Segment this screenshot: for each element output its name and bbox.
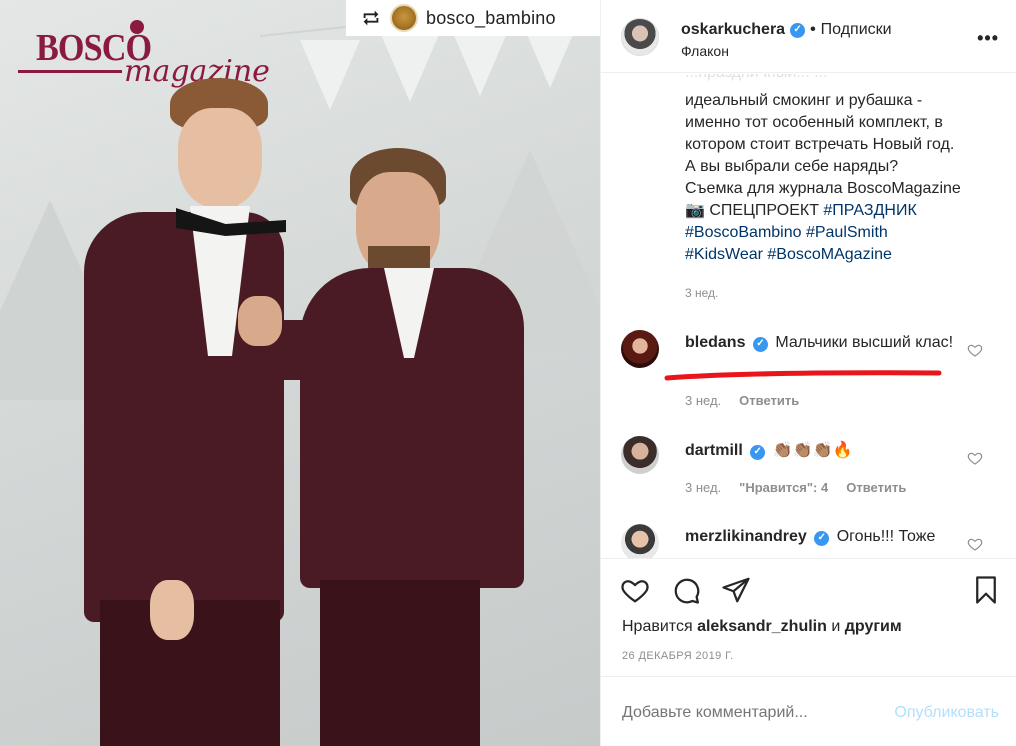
comment-meta: 3 нед. "Нравится": 4 Ответить xyxy=(685,480,906,495)
reply-button[interactable]: Ответить xyxy=(846,480,906,495)
publish-button[interactable]: Опубликовать xyxy=(894,704,999,722)
comment-meta: 3 нед. Ответить xyxy=(685,393,799,408)
commenter-avatar[interactable] xyxy=(621,330,659,368)
caption-line: идеальный смокинг и рубашка - xyxy=(685,92,923,109)
like-comment-icon[interactable] xyxy=(967,536,983,552)
caption-line: 📷 СПЕЦПРОЕКТ #ПРАЗДНИК xyxy=(685,200,995,222)
likes-prefix: Нравится xyxy=(622,618,693,635)
repost-username[interactable]: bosco_bambino xyxy=(426,8,556,29)
caption-time[interactable]: 3 нед. xyxy=(685,286,718,300)
repost-avatar[interactable] xyxy=(390,4,418,32)
comment-time[interactable]: 3 нед. xyxy=(685,393,721,408)
more-options-icon[interactable]: ••• xyxy=(977,28,999,49)
verified-icon: ✓ xyxy=(750,444,766,460)
comment-text: 👏🏽👏🏽👏🏽🔥 xyxy=(772,442,853,459)
share-icon[interactable] xyxy=(721,575,751,605)
repost-bar[interactable]: bosco_bambino xyxy=(346,0,600,36)
commenter-avatar[interactable] xyxy=(621,436,659,474)
like-comment-icon[interactable] xyxy=(967,342,983,358)
like-comment-icon[interactable] xyxy=(967,450,983,466)
pennant xyxy=(300,40,360,110)
caption-text: 📷 СПЕЦПРОЕКТ xyxy=(685,202,824,219)
likes-others-link[interactable]: другим xyxy=(845,618,902,635)
caption-line: котором стоит встречать Новый год. xyxy=(685,136,955,153)
post-header: oskarkuchera ✓ • Подписки Флакон ••• xyxy=(601,0,1016,73)
post-sidebar: oskarkuchera ✓ • Подписки Флакон ••• ...… xyxy=(600,0,1016,746)
verified-icon: ✓ xyxy=(790,22,806,38)
author-line: oskarkuchera ✓ • Подписки xyxy=(681,21,892,39)
post-actions xyxy=(601,558,1016,618)
hashtag-link[interactable]: #KidsWear #BoscoMAgazine xyxy=(685,244,995,266)
comment-text: Огонь!!! Тоже xyxy=(836,528,936,545)
verified-icon: ✓ xyxy=(752,336,768,352)
author-username[interactable]: oskarkuchera xyxy=(681,21,785,39)
caption-line: именно тот особенный комплект, в xyxy=(685,114,943,131)
comments-scroll[interactable]: ...праздничный... ... идеальный смокинг … xyxy=(601,74,1016,558)
post-caption: ...праздничный... ... идеальный смокинг … xyxy=(685,74,995,266)
separator: • xyxy=(810,21,816,38)
like-icon[interactable] xyxy=(620,575,650,605)
comment-username[interactable]: bledans xyxy=(685,334,745,351)
caption-line: Съемка для журнала BoscoMagazine xyxy=(685,180,961,197)
likes-conjunction: и xyxy=(831,618,841,635)
follow-button[interactable]: Подписки xyxy=(821,21,892,39)
comment-body: dartmill ✓ 👏🏽👏🏽👏🏽🔥 xyxy=(685,440,955,462)
commenter-avatar[interactable] xyxy=(621,524,659,558)
pennant xyxy=(380,32,440,102)
comment-input[interactable] xyxy=(622,704,852,722)
hashtag-link[interactable]: #BoscoBambino #PaulSmith xyxy=(685,222,995,244)
reply-button[interactable]: Ответить xyxy=(739,393,799,408)
bookmark-icon[interactable] xyxy=(971,575,1001,605)
add-comment-bar: Опубликовать xyxy=(601,676,1016,746)
comment-time[interactable]: 3 нед. xyxy=(685,480,721,495)
logo-rule xyxy=(18,70,122,73)
comment-body: bledans ✓ Мальчики высший клас! xyxy=(685,332,955,354)
hashtag-link[interactable]: #ПРАЗДНИК xyxy=(823,202,916,219)
comment-icon[interactable] xyxy=(671,575,701,605)
author-subtitle[interactable]: Флакон xyxy=(681,43,729,59)
post-photo[interactable]: BOSCO magazine xyxy=(0,0,600,746)
red-underline-annotation xyxy=(664,370,942,381)
comment-likes[interactable]: "Нравится": 4 xyxy=(739,480,828,495)
caption-clipped-line: ...праздничный... ... xyxy=(685,74,827,84)
comment-text: Мальчики высший клас! xyxy=(775,334,954,351)
likes-summary: Нравится aleksandr_zhulin и другим xyxy=(622,618,902,636)
comment-username[interactable]: merzlikinandrey xyxy=(685,528,807,545)
verified-icon: ✓ xyxy=(814,530,830,546)
author-avatar[interactable] xyxy=(621,18,659,56)
comment-username[interactable]: dartmill xyxy=(685,442,743,459)
repost-icon xyxy=(363,10,379,26)
liker-username[interactable]: aleksandr_zhulin xyxy=(697,618,827,635)
caption-line: А вы выбрали себе наряды? xyxy=(685,158,899,175)
comment-body: merzlikinandrey ✓ Огонь!!! Тоже xyxy=(685,526,985,548)
apple-icon xyxy=(130,20,144,34)
pennant xyxy=(450,26,510,96)
post-date[interactable]: 26 ДЕКАБРЯ 2019 Г. xyxy=(622,650,734,662)
